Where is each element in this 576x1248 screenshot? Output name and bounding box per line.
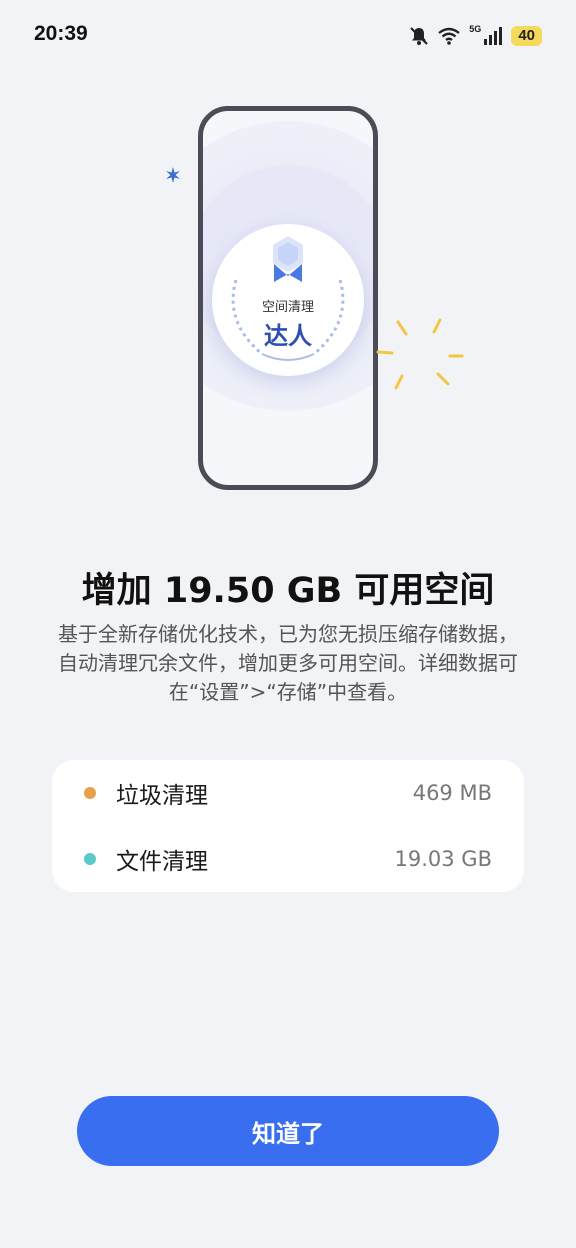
clock: 20:39 [34,22,88,45]
list-item-file-cleanup: 文件清理 19.03 GB [52,826,524,892]
list-item-junk-cleanup: 垃圾清理 469 MB [52,760,524,826]
signal-icon [484,27,503,45]
item-value: 19.03 GB [394,847,492,871]
badge-title: 空间清理 [261,300,314,315]
battery-indicator: 40 [511,26,542,46]
item-label: 文件清理 [116,849,208,875]
network-type-label: 5G [469,24,482,34]
hero-illustration: 空间清理 达人 [0,90,576,510]
description-text: 基于全新存储优化技术，已为您无损压缩存储数据，自动清理冗余文件，增加更多可用空间… [58,622,518,704]
dot-icon [84,853,96,865]
wifi-icon [438,27,461,45]
dot-icon [84,787,96,799]
page-title: 增加 19.50 GB 可用空间 [81,571,495,611]
got-it-button[interactable]: 知道了 [77,1096,499,1166]
item-label: 垃圾清理 [116,783,208,809]
mute-bell-icon [410,27,429,45]
item-value: 469 MB [412,781,492,805]
badge-subtitle: 达人 [264,322,312,350]
sparkle-rays-icon [376,318,464,390]
status-icons: 5G 40 [409,24,542,48]
cleanup-summary-card: 垃圾清理 469 MB 文件清理 19.03 GB [52,760,524,892]
status-bar: 20:39 5G 40 [0,0,576,72]
sparkle-star-icon [166,167,180,183]
achievement-badge: 空间清理 达人 [212,224,364,376]
